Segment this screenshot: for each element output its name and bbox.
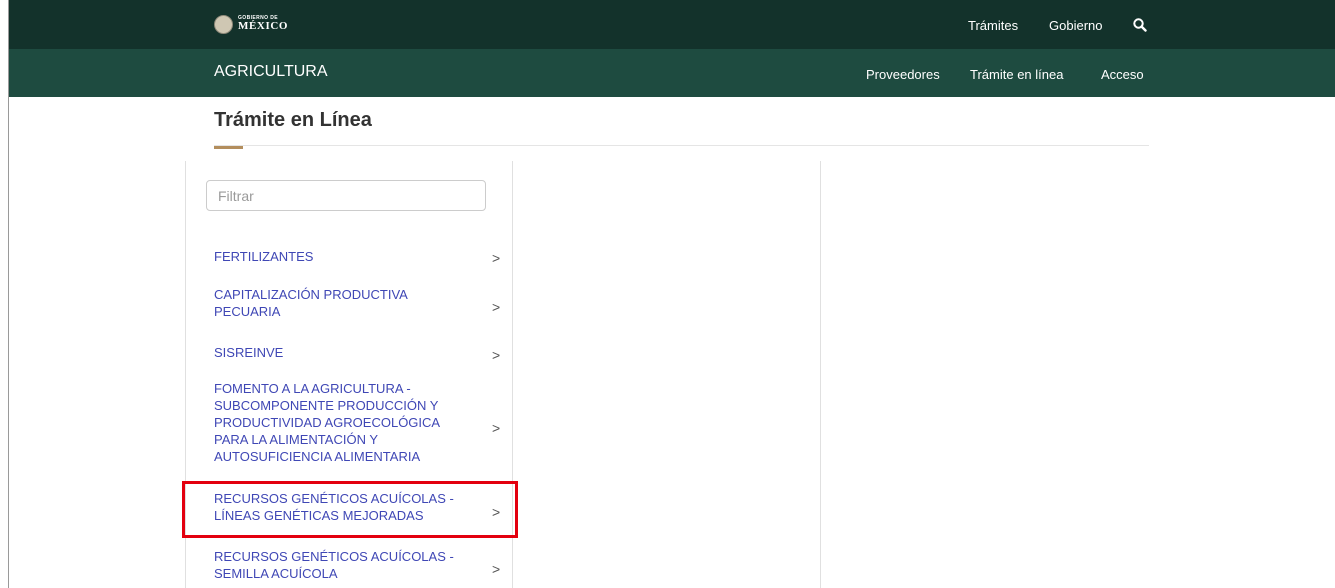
- menu-item-recursos-geneticos-semilla-acuicola[interactable]: RECURSOS GENÉTICOS ACUÍCOLAS - SEMILLA A…: [214, 548, 504, 582]
- filter-input[interactable]: [206, 180, 486, 211]
- chevron-right-icon: >: [492, 420, 501, 436]
- nav-tramite-en-linea[interactable]: Trámite en línea: [970, 66, 1063, 84]
- department-name[interactable]: AGRICULTURA: [214, 60, 328, 84]
- title-divider: [214, 145, 1149, 146]
- chevron-right-icon: >: [492, 299, 501, 315]
- chevron-right-icon: >: [492, 250, 501, 266]
- logo-line2: MÉXICO: [238, 20, 289, 32]
- menu-item-label: CAPITALIZACIÓN PRODUCTIVA PECUARIA: [214, 287, 408, 319]
- title-accent-underline: [214, 146, 243, 149]
- search-icon[interactable]: [1132, 17, 1148, 33]
- menu-item-label: RECURSOS GENÉTICOS ACUÍCOLAS - SEMILLA A…: [214, 549, 454, 581]
- chevron-right-icon: >: [492, 347, 501, 363]
- gobierno-de-mexico-logo[interactable]: GOBIERNO DE MÉXICO: [214, 14, 288, 34]
- chevron-right-icon: >: [492, 561, 501, 577]
- national-seal-icon: [214, 14, 233, 34]
- nav-acceso[interactable]: Acceso: [1101, 66, 1144, 84]
- highlight-box: [182, 481, 518, 538]
- menu-item-fomento-a-la-agricultura[interactable]: FOMENTO A LA AGRICULTURA - SUBCOMPONENTE…: [214, 380, 504, 465]
- column-divider-right: [820, 161, 821, 588]
- menu-item-label: FERTILIZANTES: [214, 249, 314, 264]
- menu-item-label: SISREINVE: [214, 345, 284, 360]
- menu-item-label: FOMENTO A LA AGRICULTURA - SUBCOMPONENTE…: [214, 381, 440, 464]
- nav-proveedores[interactable]: Proveedores: [866, 66, 940, 84]
- nav-tramites[interactable]: Trámites: [968, 16, 1018, 36]
- menu-item-fertilizantes[interactable]: FERTILIZANTES >: [214, 248, 504, 265]
- page-title: Trámite en Línea: [214, 109, 372, 131]
- menu-item-capitalizacion-productiva-pecuaria[interactable]: CAPITALIZACIÓN PRODUCTIVA PECUARIA >: [214, 286, 504, 320]
- nav-gobierno[interactable]: Gobierno: [1049, 16, 1102, 36]
- menu-item-sisreinve[interactable]: SISREINVE >: [214, 344, 504, 363]
